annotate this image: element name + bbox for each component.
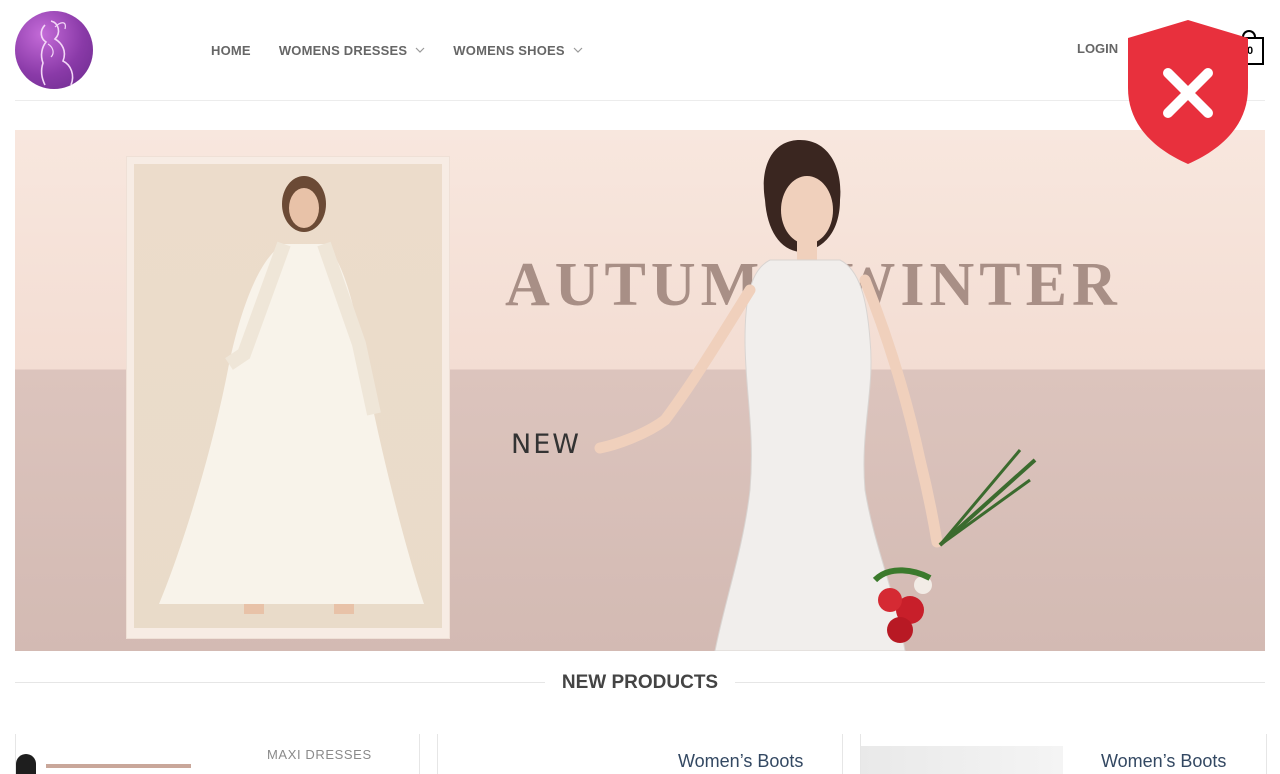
new-products-section-header: NEW PRODUCTS [15,668,1265,698]
header-divider [15,100,1265,101]
white-dress-model-image [159,176,424,614]
product-name[interactable]: Women’s Boots [1101,751,1226,772]
banner-photo-frame [127,157,449,638]
chevron-down-icon [573,47,583,53]
site-logo[interactable] [15,11,93,89]
product-name[interactable]: Women’s Boots [678,751,803,772]
nav-womens-shoes[interactable]: WOMENS SHOES [453,42,583,58]
product-category: MAXI DRESSES [267,747,372,762]
nav-womens-dresses-label: WOMENS DRESSES [278,42,408,58]
product-image [46,764,191,768]
site-header: HOME WOMENS DRESSES WOMENS SHOES LOGIN 0 [0,0,1280,100]
lace-dress-model-image [594,140,1037,651]
blocked-shield-icon[interactable] [1126,18,1250,166]
nav-home[interactable]: HOME [211,43,251,58]
banner-photo-left [134,164,442,628]
nav-home-label: HOME [211,42,251,58]
product-image [861,746,1063,774]
woman-silhouette-icon [40,20,74,86]
banner-new-tag: NEW [511,429,581,460]
main-nav: HOME WOMENS DRESSES WOMENS SHOES [211,0,611,100]
chevron-down-icon [415,47,425,53]
product-card[interactable]: Women’s Boots [437,734,843,774]
product-thumb-badge [16,754,36,774]
login-link[interactable]: LOGIN [1077,41,1118,56]
product-card[interactable]: MAXI DRESSES [15,734,420,774]
nav-womens-shoes-label: WOMENS SHOES [453,42,565,58]
section-title: NEW PRODUCTS [545,672,735,693]
nav-womens-dresses[interactable]: WOMENS DRESSES [279,43,425,58]
hero-banner[interactable]: AUTUMN WINTER NEW [15,130,1265,651]
product-card[interactable]: Women’s Boots [860,734,1267,774]
